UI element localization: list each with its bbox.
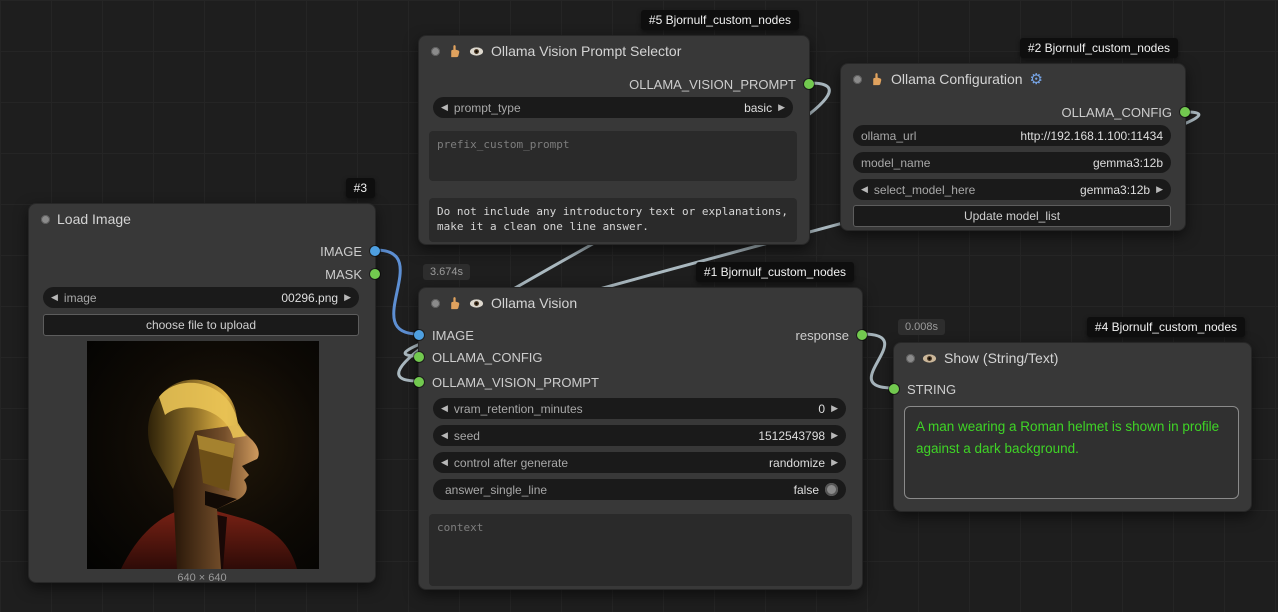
system-prompt-textarea[interactable]: Do not include any introductory text or … <box>429 198 797 242</box>
image-file-combo[interactable]: ◀ image 00296.png ▶ <box>43 287 359 308</box>
node-graph-canvas[interactable]: #3 Load Image IMAGE MASK ◀ image 00296.p… <box>0 0 1278 612</box>
execution-time-badge: 0.008s <box>898 319 945 335</box>
control-after-generate-combo[interactable]: ◀ control after generate randomize ▶ <box>433 452 846 473</box>
input-dot-ollama-config[interactable] <box>414 352 424 362</box>
prompt-type-combo[interactable]: ◀ prompt_type basic ▶ <box>433 97 793 118</box>
input-slot-string[interactable]: STRING <box>889 379 956 399</box>
combo-prev-icon[interactable]: ◀ <box>441 103 448 112</box>
update-model-list-button[interactable]: Update model_list <box>853 205 1171 227</box>
input-slot-ollama-config[interactable]: OLLAMA_CONFIG <box>414 347 543 367</box>
node-header[interactable]: Ollama Vision <box>419 288 862 318</box>
context-textarea[interactable]: context <box>429 514 852 586</box>
combo-prev-icon[interactable]: ◀ <box>51 293 58 302</box>
output-slot-image[interactable]: IMAGE <box>320 241 380 261</box>
node-title: Load Image <box>57 211 131 227</box>
node-ollama-vision-prompt-selector[interactable]: #5 Bjornulf_custom_nodes Ollama Vision P… <box>418 35 810 245</box>
collapse-dot-icon[interactable] <box>853 75 862 84</box>
output-dot-mask[interactable] <box>370 269 380 279</box>
hand-icon <box>447 44 462 59</box>
node-title: Ollama Vision <box>491 295 577 311</box>
input-dot-image[interactable] <box>414 330 424 340</box>
collapse-dot-icon[interactable] <box>41 215 50 224</box>
combo-next-icon[interactable]: ▶ <box>831 458 838 467</box>
result-text-display: A man wearing a Roman helmet is shown in… <box>904 406 1239 499</box>
output-dot-ollama-config[interactable] <box>1180 107 1190 117</box>
toggle-knob-icon[interactable] <box>825 483 838 496</box>
node-title: Show (String/Text) <box>944 350 1058 366</box>
input-dot-string[interactable] <box>889 384 899 394</box>
node-id-badge: #1 Bjornulf_custom_nodes <box>696 262 854 282</box>
output-slot-response[interactable]: response <box>796 325 867 345</box>
node-id-badge: #4 Bjornulf_custom_nodes <box>1087 317 1245 337</box>
combo-next-icon[interactable]: ▶ <box>1156 185 1163 194</box>
node-load-image[interactable]: #3 Load Image IMAGE MASK ◀ image 00296.p… <box>28 203 376 583</box>
choose-file-button[interactable]: choose file to upload <box>43 314 359 336</box>
select-model-combo[interactable]: ◀ select_model_here gemma3:12b ▶ <box>853 179 1171 200</box>
combo-next-icon[interactable]: ▶ <box>778 103 785 112</box>
input-dot-ollama-vision-prompt[interactable] <box>414 377 424 387</box>
node-id-badge: #5 Bjornulf_custom_nodes <box>641 10 799 30</box>
combo-next-icon[interactable]: ▶ <box>831 431 838 440</box>
eye-icon <box>469 296 484 311</box>
model-name-field[interactable]: model_name gemma3:12b <box>853 152 1171 173</box>
node-title: Ollama Vision Prompt Selector <box>491 43 681 59</box>
node-title: Ollama Configuration <box>891 71 1023 87</box>
node-ollama-configuration[interactable]: #2 Bjornulf_custom_nodes Ollama Configur… <box>840 63 1186 231</box>
hand-icon <box>447 296 462 311</box>
image-preview <box>87 341 319 569</box>
collapse-dot-icon[interactable] <box>906 354 915 363</box>
combo-prev-icon[interactable]: ◀ <box>441 404 448 413</box>
vram-retention-minutes-combo[interactable]: ◀ vram_retention_minutes 0 ▶ <box>433 398 846 419</box>
input-slot-ollama-vision-prompt[interactable]: OLLAMA_VISION_PROMPT <box>414 372 599 392</box>
hand-icon <box>869 72 884 87</box>
output-dot-ollama-vision-prompt[interactable] <box>804 79 814 89</box>
node-header[interactable]: Ollama Configuration ⚙ <box>841 64 1185 94</box>
ollama-url-field[interactable]: ollama_url http://192.168.1.100:11434 <box>853 125 1171 146</box>
combo-prev-icon[interactable]: ◀ <box>441 458 448 467</box>
prefix-custom-prompt-textarea[interactable]: prefix_custom_prompt <box>429 131 797 181</box>
combo-prev-icon[interactable]: ◀ <box>441 431 448 440</box>
node-id-badge: #2 Bjornulf_custom_nodes <box>1020 38 1178 58</box>
image-dimensions-caption: 640 × 640 <box>29 572 375 584</box>
node-ollama-vision[interactable]: #1 Bjornulf_custom_nodes 3.674s Ollama V… <box>418 287 863 590</box>
execution-time-badge: 3.674s <box>423 264 470 280</box>
output-dot-image[interactable] <box>370 246 380 256</box>
roman-helmet-portrait <box>87 341 319 569</box>
answer-single-line-toggle[interactable]: answer_single_line false <box>433 479 846 500</box>
input-slot-image[interactable]: IMAGE <box>414 325 474 345</box>
collapse-dot-icon[interactable] <box>431 47 440 56</box>
eye-icon <box>469 44 484 59</box>
link-image <box>376 250 418 334</box>
output-slot-ollama-config[interactable]: OLLAMA_CONFIG <box>1061 102 1190 122</box>
eye-icon <box>922 351 937 366</box>
node-header[interactable]: Load Image <box>29 204 375 234</box>
gear-icon: ⚙ <box>1030 72 1043 87</box>
seed-combo[interactable]: ◀ seed 1512543798 ▶ <box>433 425 846 446</box>
output-slot-ollama-vision-prompt[interactable]: OLLAMA_VISION_PROMPT <box>629 74 814 94</box>
node-id-badge: #3 <box>346 178 375 198</box>
output-dot-response[interactable] <box>857 330 867 340</box>
combo-next-icon[interactable]: ▶ <box>344 293 351 302</box>
node-show-string-text[interactable]: #4 Bjornulf_custom_nodes 0.008s Show (St… <box>893 342 1252 512</box>
node-header[interactable]: Show (String/Text) <box>894 343 1251 373</box>
combo-prev-icon[interactable]: ◀ <box>861 185 868 194</box>
output-slot-mask[interactable]: MASK <box>325 264 380 284</box>
node-header[interactable]: Ollama Vision Prompt Selector <box>419 36 809 66</box>
combo-next-icon[interactable]: ▶ <box>831 404 838 413</box>
collapse-dot-icon[interactable] <box>431 299 440 308</box>
